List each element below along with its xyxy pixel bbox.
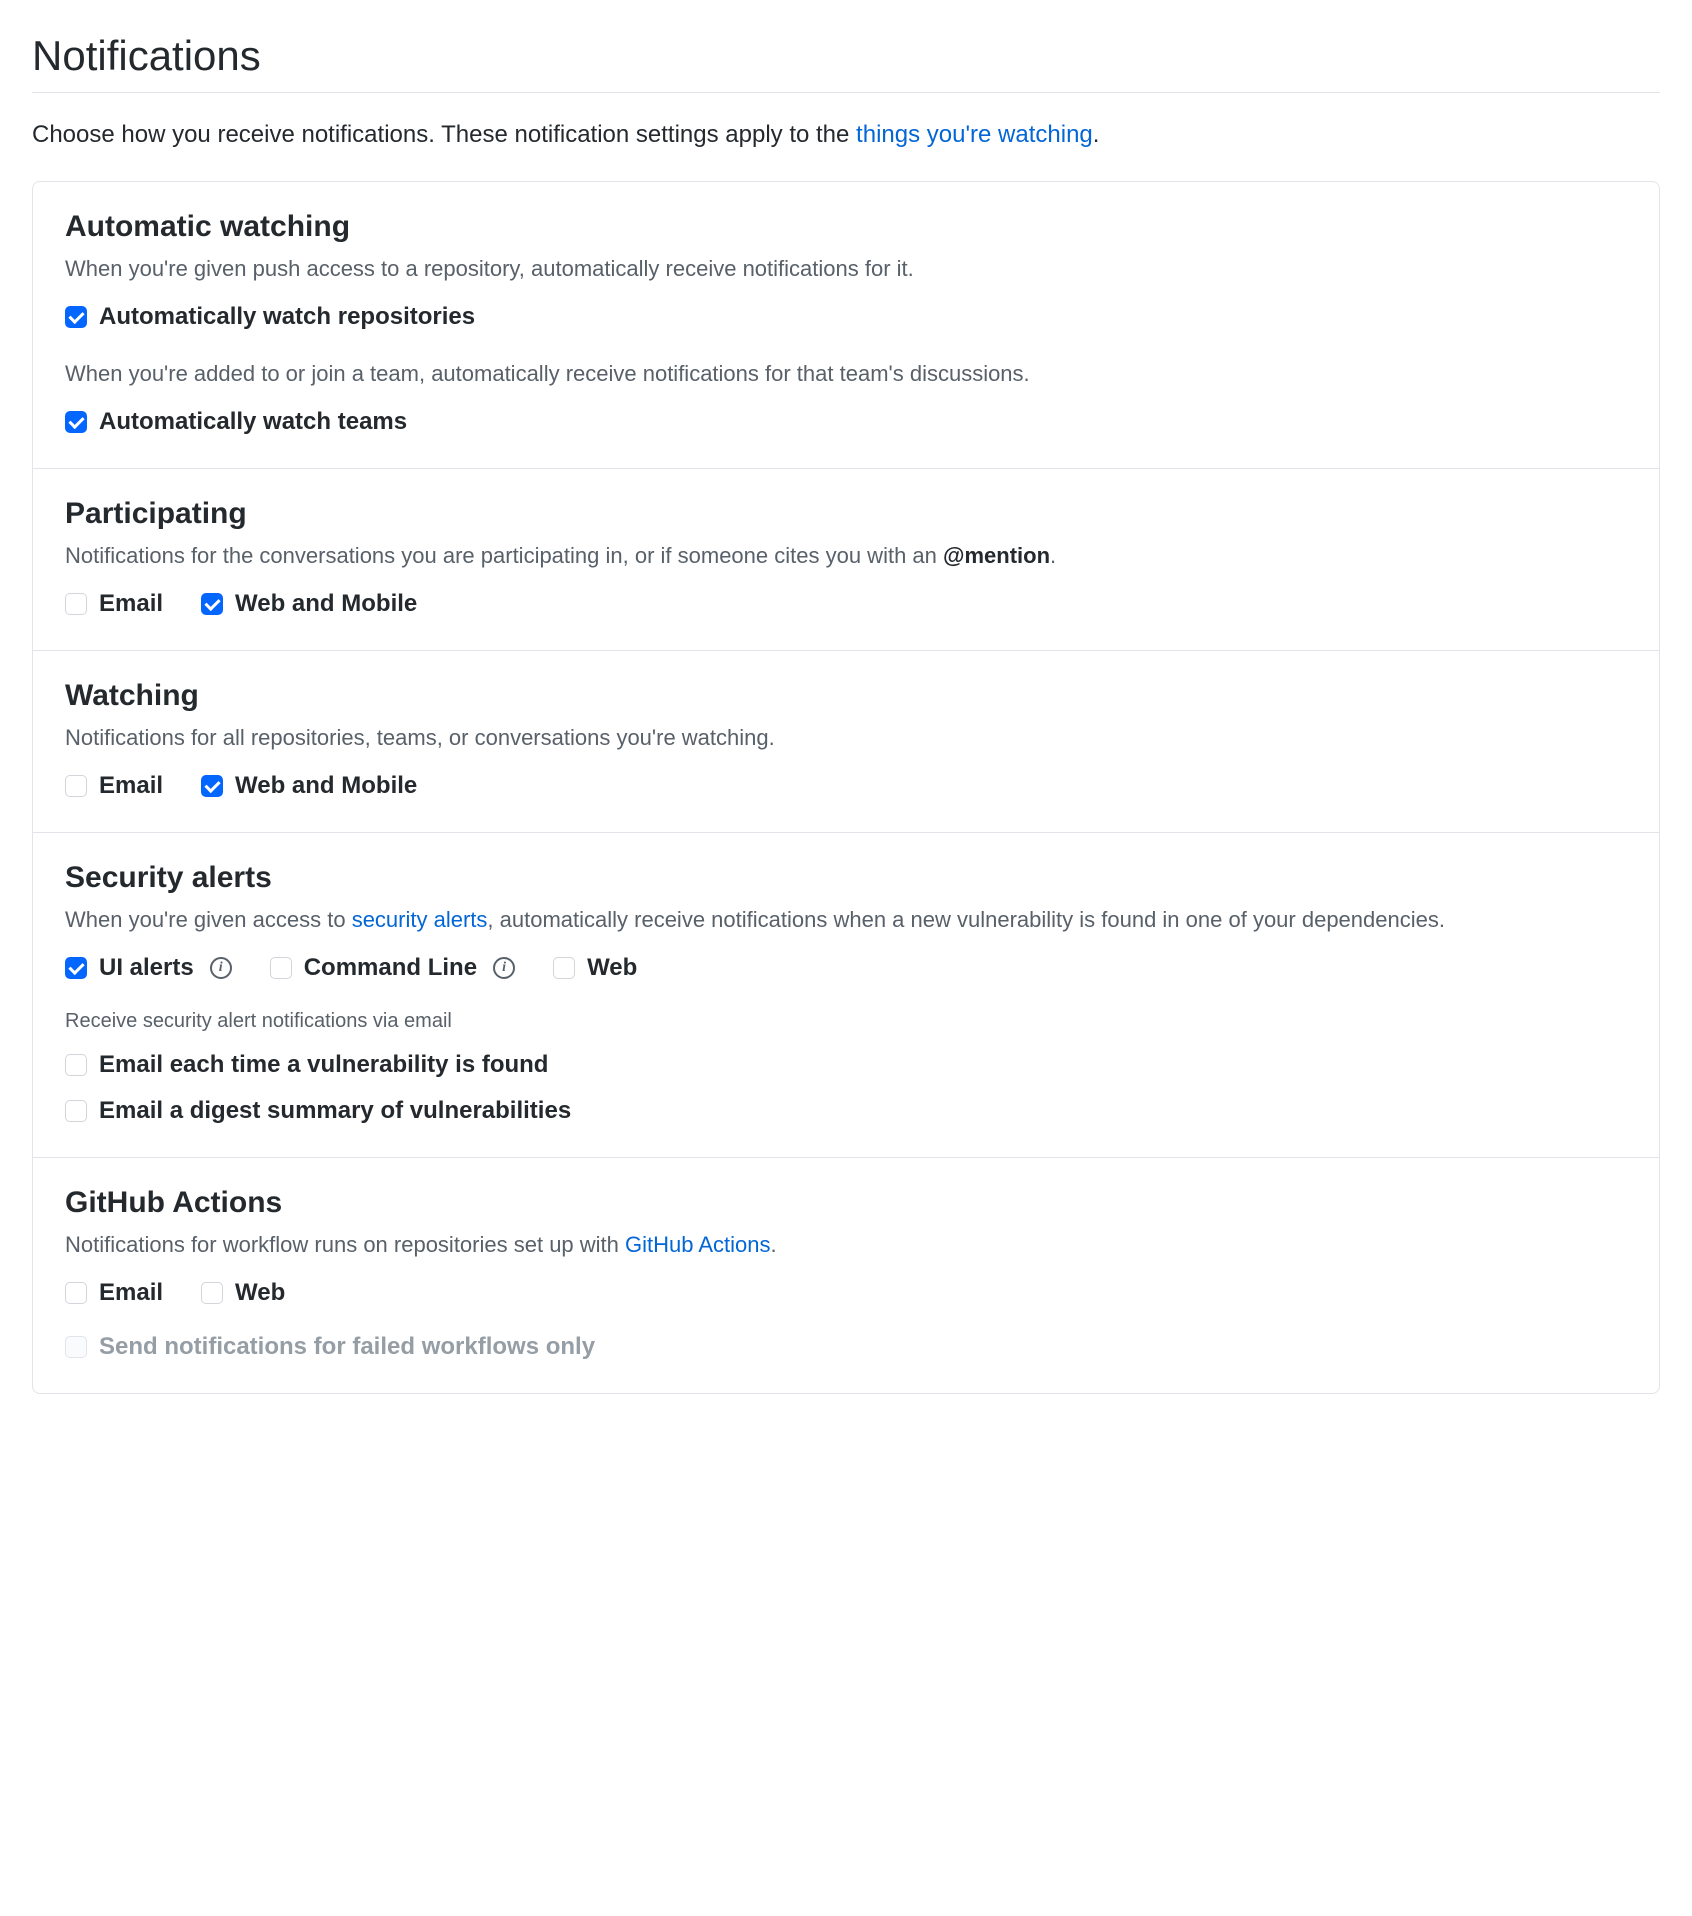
- info-icon[interactable]: i: [493, 957, 515, 979]
- actions-web-option: Web: [201, 1279, 285, 1307]
- actions-options: Email Web: [65, 1279, 1627, 1307]
- actions-desc-suffix: .: [771, 1232, 777, 1257]
- security-alerts-desc: When you're given access to security ale…: [65, 903, 1627, 936]
- actions-desc-prefix: Notifications for workflow runs on repos…: [65, 1232, 625, 1257]
- security-web-checkbox[interactable]: [553, 957, 575, 979]
- auto-watch-teams-label: Automatically watch teams: [99, 408, 407, 436]
- watching-options: Email Web and Mobile: [65, 772, 1627, 800]
- actions-email-checkbox[interactable]: [65, 1282, 87, 1304]
- info-icon[interactable]: i: [210, 957, 232, 979]
- security-cli-checkbox[interactable]: [270, 957, 292, 979]
- automatic-watching-desc-2: When you're added to or join a team, aut…: [65, 357, 1627, 390]
- participating-title: Participating: [65, 497, 1627, 531]
- auto-watch-teams-option: Automatically watch teams: [65, 408, 1627, 436]
- auto-watch-teams-checkbox[interactable]: [65, 411, 87, 433]
- participating-desc-prefix: Notifications for the conversations you …: [65, 543, 943, 568]
- actions-email-label: Email: [99, 1279, 163, 1307]
- intro-prefix: Choose how you receive notifications. Th…: [32, 121, 856, 148]
- security-email-each-option: Email each time a vulnerability is found: [65, 1051, 548, 1079]
- auto-watch-repos-option: Automatically watch repositories: [65, 303, 1627, 331]
- actions-web-label: Web: [235, 1279, 285, 1307]
- security-email-digest-checkbox[interactable]: [65, 1100, 87, 1122]
- actions-web-checkbox[interactable]: [201, 1282, 223, 1304]
- watching-email-checkbox[interactable]: [65, 775, 87, 797]
- security-alerts-section: Security alerts When you're given access…: [33, 833, 1659, 1158]
- watching-web-label: Web and Mobile: [235, 772, 417, 800]
- security-ui-label: UI alerts: [99, 954, 194, 982]
- participating-section: Participating Notifications for the conv…: [33, 469, 1659, 651]
- intro-text: Choose how you receive notifications. Th…: [32, 117, 1660, 153]
- participating-web-checkbox[interactable]: [201, 593, 223, 615]
- actions-failed-only-checkbox: [65, 1336, 87, 1358]
- intro-suffix: .: [1093, 121, 1100, 148]
- security-ui-option: UI alerts i: [65, 954, 232, 982]
- participating-web-option: Web and Mobile: [201, 590, 417, 618]
- settings-container: Automatic watching When you're given pus…: [32, 181, 1660, 1394]
- auto-watch-repos-checkbox[interactable]: [65, 306, 87, 328]
- security-desc-suffix: , automatically receive notifications wh…: [487, 907, 1445, 932]
- auto-watch-repos-label: Automatically watch repositories: [99, 303, 475, 331]
- actions-email-option: Email: [65, 1279, 163, 1307]
- things-watching-link[interactable]: things you're watching: [856, 121, 1093, 148]
- watching-desc: Notifications for all repositories, team…: [65, 721, 1627, 754]
- watching-email-option: Email: [65, 772, 163, 800]
- security-email-each-checkbox[interactable]: [65, 1054, 87, 1076]
- github-actions-section: GitHub Actions Notifications for workflo…: [33, 1158, 1659, 1393]
- actions-failed-only-label: Send notifications for failed workflows …: [99, 1333, 595, 1361]
- participating-email-option: Email: [65, 590, 163, 618]
- participating-email-label: Email: [99, 590, 163, 618]
- watching-title: Watching: [65, 679, 1627, 713]
- participating-web-label: Web and Mobile: [235, 590, 417, 618]
- security-email-digest-option: Email a digest summary of vulnerabilitie…: [65, 1097, 571, 1125]
- automatic-watching-desc-1: When you're given push access to a repos…: [65, 252, 1627, 285]
- security-desc-prefix: When you're given access to: [65, 907, 352, 932]
- security-cli-option: Command Line i: [270, 954, 515, 982]
- github-actions-link[interactable]: GitHub Actions: [625, 1232, 771, 1257]
- watching-section: Watching Notifications for all repositor…: [33, 651, 1659, 833]
- security-email-digest-label: Email a digest summary of vulnerabilitie…: [99, 1097, 571, 1125]
- security-web-option: Web: [553, 954, 637, 982]
- mention-text: @mention: [943, 543, 1050, 568]
- automatic-watching-title: Automatic watching: [65, 210, 1627, 244]
- security-email-options: Email each time a vulnerability is found…: [65, 1051, 1627, 1125]
- security-ui-checkbox[interactable]: [65, 957, 87, 979]
- automatic-watching-section: Automatic watching When you're given pus…: [33, 182, 1659, 469]
- security-email-desc: Receive security alert notifications via…: [65, 1010, 1627, 1033]
- participating-options: Email Web and Mobile: [65, 590, 1627, 618]
- watching-web-checkbox[interactable]: [201, 775, 223, 797]
- security-alerts-link[interactable]: security alerts: [352, 907, 488, 932]
- participating-desc-suffix: .: [1050, 543, 1056, 568]
- watching-email-label: Email: [99, 772, 163, 800]
- github-actions-desc: Notifications for workflow runs on repos…: [65, 1228, 1627, 1261]
- actions-failed-only-option: Send notifications for failed workflows …: [65, 1333, 1627, 1361]
- github-actions-title: GitHub Actions: [65, 1186, 1627, 1220]
- security-cli-label: Command Line: [304, 954, 477, 982]
- watching-web-option: Web and Mobile: [201, 772, 417, 800]
- security-alerts-options: UI alerts i Command Line i Web: [65, 954, 1627, 982]
- security-alerts-title: Security alerts: [65, 861, 1627, 895]
- security-email-each-label: Email each time a vulnerability is found: [99, 1051, 548, 1079]
- participating-email-checkbox[interactable]: [65, 593, 87, 615]
- page-title: Notifications: [32, 32, 1660, 93]
- security-web-label: Web: [587, 954, 637, 982]
- participating-desc: Notifications for the conversations you …: [65, 539, 1627, 572]
